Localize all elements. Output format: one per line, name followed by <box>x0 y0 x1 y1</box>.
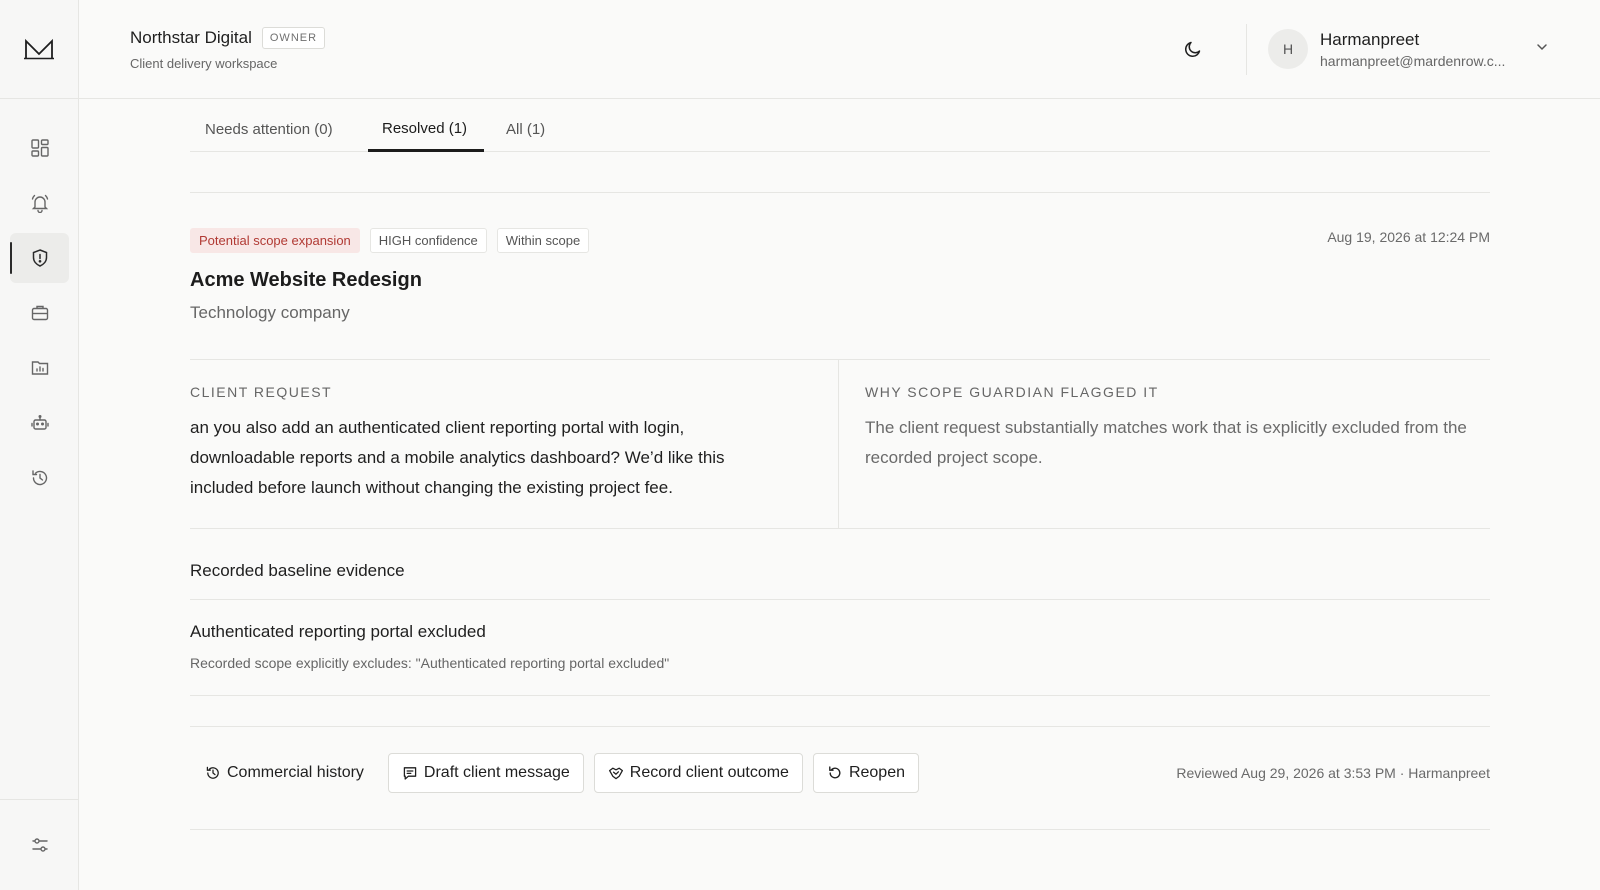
history-icon <box>205 765 221 781</box>
sidebar-item-scope-guardian[interactable] <box>10 233 69 283</box>
review-note: Reviewed Aug 29, 2026 at 3:53 PM · Harma… <box>1176 765 1490 781</box>
sidebar-nav <box>0 123 79 508</box>
confidence-badge: HIGH confidence <box>369 228 487 253</box>
why-flagged-label: WHY SCOPE GUARDIAN FLAGGED IT <box>865 384 1159 400</box>
briefcase-icon <box>30 303 50 323</box>
tab-all[interactable]: All (1) <box>506 121 545 138</box>
flag-badges: Potential scope expansion HIGH confidenc… <box>190 228 590 253</box>
divider <box>190 528 1490 529</box>
header-divider <box>1246 24 1247 75</box>
history-icon <box>30 468 50 488</box>
column-divider <box>838 359 839 528</box>
folder-chart-icon <box>30 358 50 378</box>
sidebar <box>0 0 79 890</box>
divider <box>190 695 1490 696</box>
sidebar-item-history[interactable] <box>10 453 69 503</box>
workspace-title: Northstar Digital OWNER <box>130 27 326 49</box>
handshake-icon <box>608 765 624 781</box>
top-header: Northstar Digital OWNER Client delivery … <box>79 0 1600 99</box>
evidence-item-description: Recorded scope explicitly excludes: "Aut… <box>190 655 670 671</box>
commercial-history-button[interactable]: Commercial history <box>190 753 378 793</box>
shield-alert-icon <box>30 248 50 268</box>
sliders-icon[interactable] <box>30 835 50 855</box>
sidebar-bottom <box>0 799 79 890</box>
sidebar-item-automation[interactable] <box>10 398 69 448</box>
evidence-item-title: Authenticated reporting portal excluded <box>190 622 486 641</box>
record-client-outcome-button[interactable]: Record client outcome <box>593 753 803 793</box>
divider <box>190 599 1490 600</box>
dashboard-icon <box>30 138 50 158</box>
sidebar-item-dashboard[interactable] <box>10 123 69 173</box>
message-icon <box>402 765 418 781</box>
user-email: harmanpreet@mardenrow.c... <box>1320 52 1506 69</box>
flag-timestamp: Aug 19, 2026 at 12:24 PM <box>1327 229 1490 245</box>
scope-badge: Within scope <box>496 228 590 253</box>
brand-logo[interactable] <box>0 0 78 99</box>
status-badge-scope-expansion: Potential scope expansion <box>190 228 360 253</box>
status-tabs: Needs attention (0) Resolved (1) All (1) <box>190 99 1490 152</box>
sidebar-item-reports[interactable] <box>10 343 69 393</box>
workspace-name: Northstar Digital <box>130 28 252 47</box>
project-title: Acme Website Redesign <box>190 269 422 291</box>
bell-icon <box>30 193 50 213</box>
client-request-label: CLIENT REQUEST <box>190 384 333 400</box>
record-client-outcome-label: Record client outcome <box>629 764 789 781</box>
divider <box>190 192 1490 193</box>
project-subtitle: Technology company <box>190 303 350 322</box>
logo-m-icon <box>24 38 54 60</box>
reopen-label: Reopen <box>848 764 905 781</box>
action-bar: Commercial history Draft client message … <box>190 753 919 793</box>
user-menu[interactable]: H Harmanpreet harmanpreet@mardenrow.c... <box>1268 29 1520 69</box>
avatar: H <box>1268 29 1308 69</box>
why-flagged-text: The client request substantially matches… <box>865 418 1467 467</box>
reopen-button[interactable]: Reopen <box>812 753 919 793</box>
draft-client-message-label: Draft client message <box>423 764 570 781</box>
commercial-history-label: Commercial history <box>227 764 364 781</box>
client-request-text: an you also add an authenticated client … <box>190 418 725 497</box>
chevron-down-icon[interactable] <box>1535 40 1549 54</box>
sidebar-item-alerts[interactable] <box>10 178 69 228</box>
active-tab-indicator <box>368 149 484 152</box>
workspace-subtitle: Client delivery workspace <box>130 56 278 71</box>
draft-client-message-button[interactable]: Draft client message <box>387 753 584 793</box>
evidence-heading: Recorded baseline evidence <box>190 561 405 580</box>
moon-icon <box>1183 39 1203 59</box>
user-name: Harmanpreet <box>1320 29 1420 49</box>
divider <box>190 726 1490 727</box>
robot-icon <box>30 413 50 433</box>
role-badge: OWNER <box>261 27 326 49</box>
rotate-ccw-icon <box>827 765 843 781</box>
main-content: Needs attention (0) Resolved (1) All (1)… <box>190 99 1490 830</box>
request-reason-split: CLIENT REQUEST an you also add an authen… <box>190 359 1490 528</box>
tab-needs-attention[interactable]: Needs attention (0) <box>205 121 333 138</box>
sidebar-item-projects[interactable] <box>10 288 69 338</box>
theme-toggle-button[interactable] <box>1181 37 1205 61</box>
tab-resolved[interactable]: Resolved (1) <box>382 120 467 137</box>
divider <box>190 829 1490 830</box>
